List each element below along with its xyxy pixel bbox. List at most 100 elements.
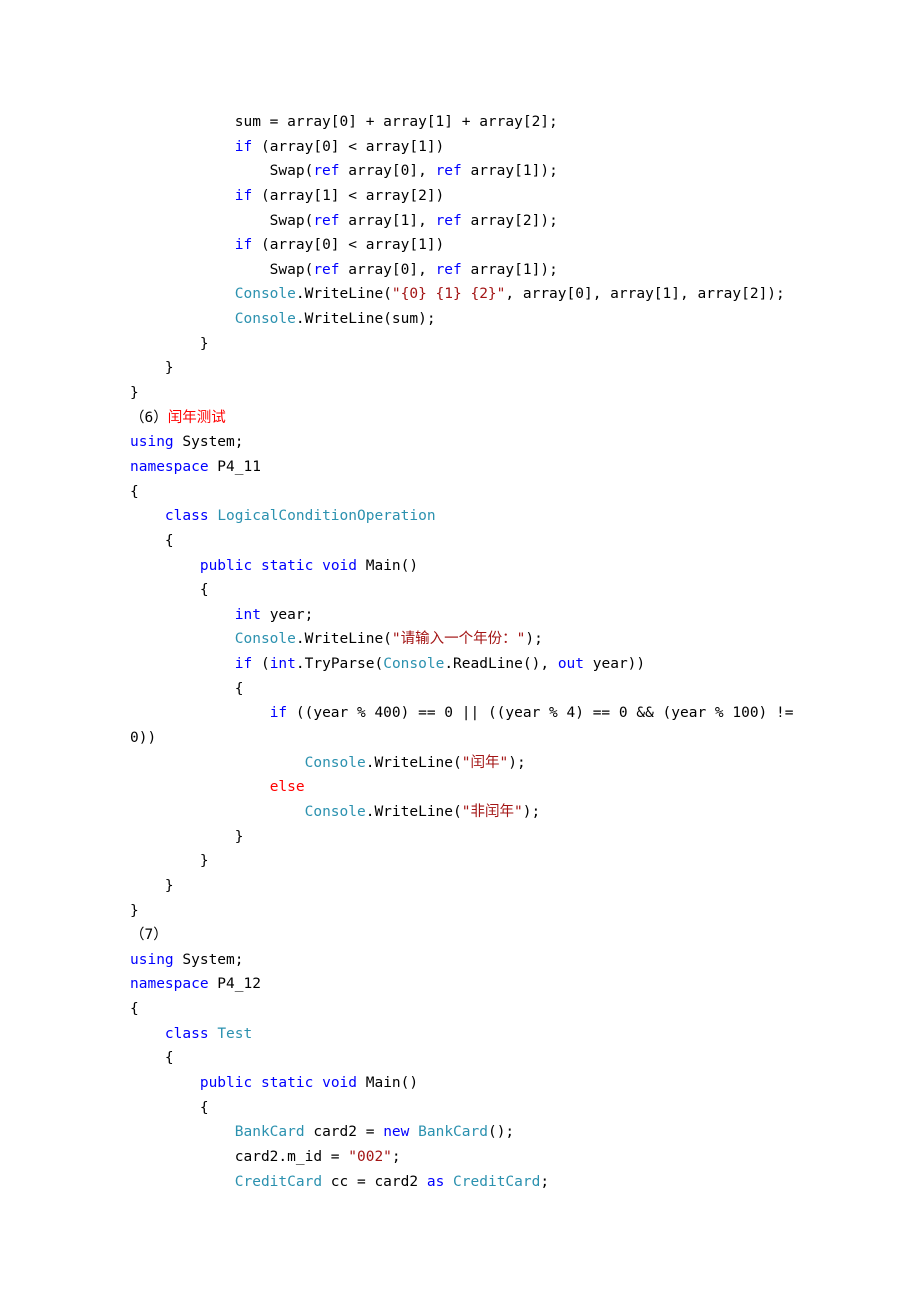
code-token: ; [540, 1174, 549, 1190]
code-line: { [130, 578, 790, 603]
code-line: { [130, 1096, 790, 1121]
code-token: ; [392, 1149, 401, 1165]
code-token: class [165, 1026, 209, 1042]
code-token: BankCard [235, 1124, 305, 1140]
code-token [130, 311, 235, 327]
code-line: Console.WriteLine("闰年"); [130, 751, 790, 776]
code-token: .WriteLine(sum); [296, 311, 436, 327]
code-token: System; [174, 952, 244, 968]
code-token: if [235, 188, 252, 204]
code-token: ref [313, 213, 339, 229]
code-line: Swap(ref array[1], ref array[2]); [130, 209, 790, 234]
code-token: array[1]); [462, 163, 558, 179]
code-token: CreditCard [235, 1174, 322, 1190]
code-token: Console [235, 311, 296, 327]
code-line: if ((year % 400) == 0 || ((year % 4) == … [130, 701, 790, 726]
code-token: static [261, 558, 313, 574]
code-line: using System; [130, 948, 790, 973]
code-token: .WriteLine( [296, 286, 392, 302]
code-line: class LogicalConditionOperation [130, 504, 790, 529]
code-token: namespace [130, 459, 209, 475]
code-token: Main() [357, 1075, 418, 1091]
code-token: System; [174, 434, 244, 450]
code-token: array[2]); [462, 213, 558, 229]
code-line: if (array[0] < array[1]) [130, 233, 790, 258]
code-token: P4_11 [209, 459, 261, 475]
code-token: { [130, 681, 244, 697]
code-token: array[1], [340, 213, 436, 229]
code-token [130, 558, 200, 574]
code-token: CreditCard [453, 1174, 540, 1190]
code-token: ); [508, 755, 525, 771]
code-token: } [130, 360, 174, 376]
code-token [130, 607, 235, 623]
code-token [444, 1174, 453, 1190]
code-line: public static void Main() [130, 554, 790, 579]
code-token [252, 1075, 261, 1091]
code-token: ref [436, 213, 462, 229]
code-token: BankCard [418, 1124, 488, 1140]
code-line: } [130, 899, 790, 924]
code-token [313, 558, 322, 574]
code-token: .WriteLine( [366, 804, 462, 820]
code-token: ref [313, 262, 339, 278]
code-token: Console [305, 755, 366, 771]
code-token [130, 1026, 165, 1042]
code-line: if (array[0] < array[1]) [130, 135, 790, 160]
code-token: int [270, 656, 296, 672]
code-token [130, 705, 270, 721]
code-line: sum = array[0] + array[1] + array[2]; [130, 110, 790, 135]
code-token: P4_12 [209, 976, 261, 992]
code-token: ); [525, 631, 542, 647]
code-token: Console [235, 286, 296, 302]
code-line: class Test [130, 1022, 790, 1047]
code-line: card2.m_id = "002"; [130, 1145, 790, 1170]
code-token: Console [235, 631, 296, 647]
code-token: sum = array[0] + array[1] + array[2]; [130, 114, 558, 130]
code-token [209, 1026, 218, 1042]
code-token: Swap( [130, 213, 313, 229]
code-token [130, 237, 235, 253]
code-line: int year; [130, 603, 790, 628]
code-line: { [130, 529, 790, 554]
code-token: { [130, 1001, 139, 1017]
code-token: { [130, 1100, 209, 1116]
code-token: 0)) [130, 730, 156, 746]
code-line: } [130, 356, 790, 381]
code-token: (); [488, 1124, 514, 1140]
code-line: } [130, 849, 790, 874]
code-token: "002" [348, 1149, 392, 1165]
code-token: { [130, 484, 139, 500]
code-token: } [130, 829, 244, 845]
code-token: if [235, 237, 252, 253]
code-token: "{0} {1} {2}" [392, 286, 506, 302]
code-token: 闰年测试 [168, 410, 226, 426]
code-token: array[0], [340, 262, 436, 278]
code-token: } [130, 853, 209, 869]
code-token: public [200, 558, 252, 574]
code-token [130, 188, 235, 204]
code-token: "请输入一个年份：" [392, 631, 525, 647]
code-line: { [130, 1046, 790, 1071]
code-token [130, 804, 305, 820]
code-token [130, 779, 270, 795]
code-line: 0)) [130, 726, 790, 751]
code-token [130, 631, 235, 647]
code-token: void [322, 558, 357, 574]
code-token: .WriteLine( [296, 631, 392, 647]
code-line: } [130, 825, 790, 850]
code-line: { [130, 677, 790, 702]
code-token: （6） [130, 410, 168, 426]
code-token [130, 1124, 235, 1140]
code-line: Console.WriteLine("{0} {1} {2}", array[0… [130, 282, 790, 307]
code-token: } [130, 878, 174, 894]
code-line: namespace P4_12 [130, 972, 790, 997]
code-token: cc = card2 [322, 1174, 427, 1190]
code-token: using [130, 434, 174, 450]
code-token: (array[1] < array[2]) [252, 188, 444, 204]
code-line: （6）闰年测试 [130, 406, 790, 431]
code-line: Console.WriteLine("请输入一个年份："); [130, 627, 790, 652]
code-token [130, 656, 235, 672]
code-token: array[0], [340, 163, 436, 179]
code-token: Swap( [130, 262, 313, 278]
